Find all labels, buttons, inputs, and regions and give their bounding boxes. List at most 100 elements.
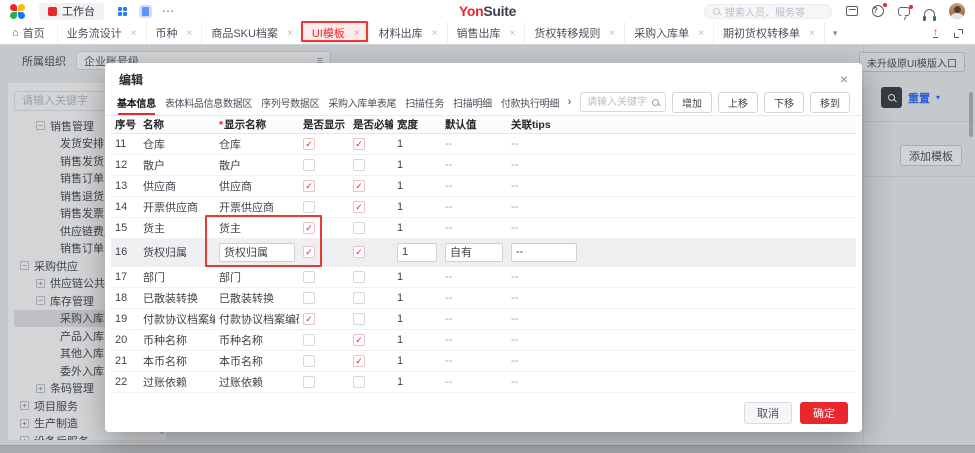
show-checkbox[interactable]: ✓ xyxy=(303,246,315,258)
table-row[interactable]: 14开票供应商开票供应商✓1---- xyxy=(111,196,856,217)
tips-input[interactable] xyxy=(511,243,577,262)
table-row[interactable]: 21本币名称本币名称✓1---- xyxy=(111,350,856,371)
required-checkbox[interactable] xyxy=(353,159,365,171)
dialog-tab[interactable]: 基本信息 xyxy=(117,89,156,115)
dialog-tab[interactable]: 序列号数据区 xyxy=(261,89,319,115)
show-checkbox[interactable]: ✓ xyxy=(303,313,315,325)
tab-home[interactable]: ⌂ 首页 xyxy=(0,22,58,44)
table-row[interactable]: 18已散装转换已散装转换1---- xyxy=(111,287,856,308)
required-checkbox[interactable]: ✓ xyxy=(353,334,365,346)
dialog-action-button[interactable]: 增加 xyxy=(672,92,712,113)
show-checkbox[interactable] xyxy=(303,271,315,283)
required-checkbox[interactable] xyxy=(353,292,365,304)
show-checkbox[interactable]: ✓ xyxy=(303,138,315,150)
cell-name: 付款协议档案编码 xyxy=(139,308,215,329)
table-row[interactable]: 11仓库仓库✓✓1---- xyxy=(111,133,856,154)
required-checkbox[interactable] xyxy=(353,222,365,234)
table-row[interactable]: 15货主货主✓1---- xyxy=(111,217,856,238)
default-value-input[interactable] xyxy=(445,243,503,262)
close-tab-icon[interactable]: × xyxy=(187,28,193,39)
dialog-tab[interactable]: 采购入库单表尾 xyxy=(328,89,396,115)
close-tab-icon[interactable]: × xyxy=(354,28,360,39)
required-checkbox[interactable]: ✓ xyxy=(353,180,365,192)
close-tab-icon[interactable]: × xyxy=(510,28,516,39)
document-tab[interactable]: 商品SKU档案× xyxy=(202,22,302,44)
message-icon[interactable] xyxy=(898,7,910,16)
dialog-tab[interactable]: 表体料品信息数据区 xyxy=(165,89,252,115)
confirm-button[interactable]: 确定 xyxy=(800,402,848,424)
document-tab[interactable]: 采购入库单× xyxy=(625,22,714,44)
dialog-tab[interactable]: 扫描任务 xyxy=(405,89,444,115)
show-checkbox[interactable]: ✓ xyxy=(303,180,315,192)
table-row[interactable]: 12散户散户1---- xyxy=(111,154,856,175)
document-tab[interactable]: 币种× xyxy=(147,22,203,44)
cell-display-name: 已散装转换 xyxy=(215,287,299,308)
cancel-button[interactable]: 取消 xyxy=(744,402,792,424)
cell-width xyxy=(393,238,441,266)
close-tab-icon[interactable]: × xyxy=(432,28,438,39)
global-search-input[interactable]: 搜索人员、服务等 xyxy=(704,4,832,19)
calendar-icon[interactable] xyxy=(846,6,858,16)
required-checkbox[interactable]: ✓ xyxy=(353,138,365,150)
show-checkbox[interactable] xyxy=(303,334,315,346)
document-tab[interactable]: 销售出库× xyxy=(448,22,526,44)
required-checkbox[interactable]: ✓ xyxy=(353,355,365,367)
close-tab-icon[interactable]: × xyxy=(609,28,615,39)
document-tab[interactable]: 期初货权转移单× xyxy=(714,22,825,44)
workspace-tab[interactable]: 工作台 xyxy=(39,3,104,20)
document-app-icon[interactable] xyxy=(139,5,152,18)
required-marker: * xyxy=(219,119,223,131)
close-tab-icon[interactable]: × xyxy=(809,28,815,39)
dialog-action-button[interactable]: 下移 xyxy=(764,92,804,113)
more-tabs-icon[interactable]: › xyxy=(568,96,571,108)
collapse-tabs-icon[interactable]: ↑ xyxy=(933,28,938,38)
dialog-action-button[interactable]: 上移 xyxy=(718,92,758,113)
table-row[interactable]: 16货权归属✓✓ xyxy=(111,238,856,266)
dialog-tab[interactable]: 扫描明细 xyxy=(453,89,492,115)
document-tab[interactable]: UI模板× xyxy=(303,22,370,44)
cell-width: 1 xyxy=(393,196,441,217)
table-header-row: 序号名称*显示名称是否显示是否必输宽度默认值关联tips xyxy=(111,116,856,133)
fullscreen-icon[interactable] xyxy=(954,29,963,38)
document-tab[interactable]: 货权转移规则× xyxy=(525,22,625,44)
table-row[interactable]: 22过账依赖过账依赖1---- xyxy=(111,371,856,392)
width-input[interactable] xyxy=(397,243,437,262)
required-checkbox[interactable] xyxy=(353,271,365,283)
cell-name: 仓库 xyxy=(139,133,215,154)
column-header-filler xyxy=(585,116,856,133)
show-checkbox[interactable]: ✓ xyxy=(303,222,315,234)
cell-show xyxy=(299,266,349,287)
required-checkbox[interactable] xyxy=(353,376,365,388)
show-checkbox[interactable] xyxy=(303,292,315,304)
display-name-input[interactable] xyxy=(219,243,295,262)
show-checkbox[interactable] xyxy=(303,201,315,213)
dialog-tab[interactable]: 付款执行明细数据区 xyxy=(501,89,559,115)
table-row[interactable]: 20币种名称币种名称✓1---- xyxy=(111,329,856,350)
cell-name: 货权归属 xyxy=(139,238,215,266)
required-checkbox[interactable] xyxy=(353,313,365,325)
home-tab-label: 首页 xyxy=(23,25,45,41)
document-tab[interactable]: 业务流设计× xyxy=(58,22,147,44)
table-row[interactable]: 13供应商供应商✓✓1---- xyxy=(111,175,856,196)
dialog-action-button[interactable]: 移到 xyxy=(810,92,850,113)
required-checkbox[interactable]: ✓ xyxy=(353,201,365,213)
show-checkbox[interactable] xyxy=(303,355,315,367)
user-avatar[interactable] xyxy=(949,3,965,19)
show-checkbox[interactable] xyxy=(303,376,315,388)
document-tab[interactable]: 材料出库× xyxy=(370,22,448,44)
required-checkbox[interactable]: ✓ xyxy=(353,246,365,258)
show-checkbox[interactable] xyxy=(303,159,315,171)
cell-no: 13 xyxy=(111,175,139,196)
help-icon[interactable]: ? xyxy=(872,5,884,17)
close-icon[interactable]: × xyxy=(840,73,848,85)
table-row[interactable]: 17部门部门1---- xyxy=(111,266,856,287)
close-tab-icon[interactable]: × xyxy=(287,28,293,39)
close-tab-icon[interactable]: × xyxy=(131,28,137,39)
app-grid-icon[interactable] xyxy=(118,7,127,16)
tab-list-dropdown-icon[interactable]: ▾ xyxy=(825,22,846,44)
more-apps-icon[interactable]: ⋯ xyxy=(162,6,175,16)
cell-default-value: -- xyxy=(441,266,507,287)
close-tab-icon[interactable]: × xyxy=(698,28,704,39)
table-row[interactable]: 19付款协议档案编码付款协议档案编码✓1---- xyxy=(111,308,856,329)
headset-support-icon[interactable] xyxy=(924,5,935,17)
